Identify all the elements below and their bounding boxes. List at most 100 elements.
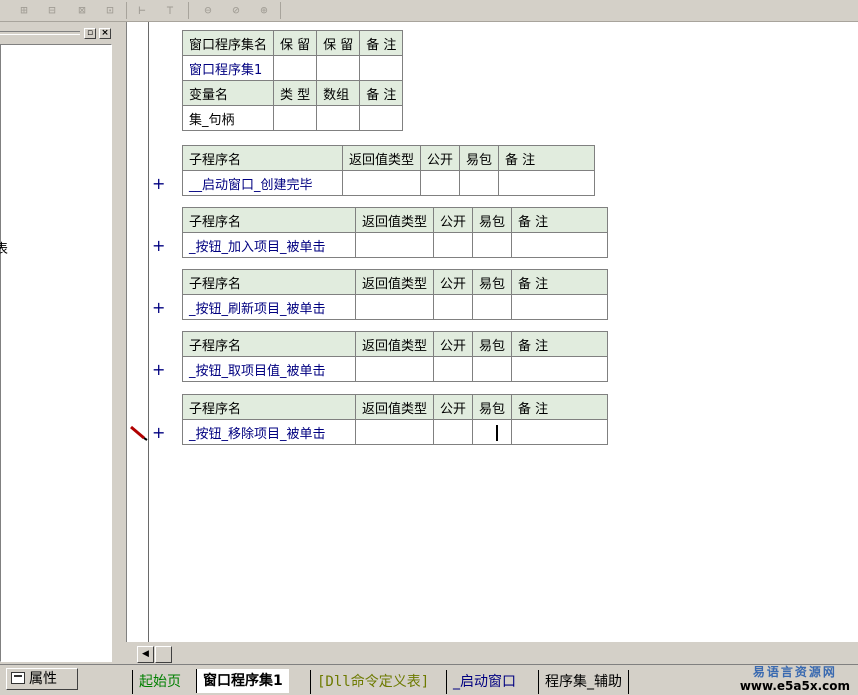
program-set-table: 窗口程序集名 保 留 保 留 备 注 窗口程序集1 变量名 类 型 数组 备 注… xyxy=(181,30,404,131)
tab-dll-commands[interactable]: [Dll命令定义表] xyxy=(310,670,435,694)
header-cell: 变量名 xyxy=(181,80,275,106)
expand-icon[interactable]: + xyxy=(152,174,165,193)
left-panel-content[interactable]: 表 xyxy=(0,44,112,662)
header-cell: 备 注 xyxy=(511,269,609,295)
header-cell: 子程序名 xyxy=(182,394,356,420)
header-cell: 窗口程序集名 xyxy=(181,30,275,56)
text-caret xyxy=(496,425,498,441)
expand-icon[interactable]: + xyxy=(152,423,165,442)
table-cell[interactable] xyxy=(273,55,318,81)
spacing-v-icon[interactable]: ⊤ xyxy=(160,2,180,19)
site-watermark: 易语言资源网 www.e5a5x.com xyxy=(739,665,850,693)
table-cell[interactable] xyxy=(359,105,404,131)
expand-icon[interactable]: + xyxy=(152,298,165,317)
subroutine-name-cell[interactable]: __启动窗口_创建完毕 xyxy=(182,170,343,196)
table-cell[interactable] xyxy=(354,419,435,445)
subroutine-name-cell[interactable]: _按钮_移除项目_被单击 xyxy=(182,419,356,445)
header-cell: 易包 xyxy=(459,145,500,171)
designer-toolbar: ⊞ ⊟ ⊠ ⊡ ⊢ ⊤ ⊖ ⊘ ⊕ xyxy=(0,0,858,22)
table-cell[interactable] xyxy=(511,294,609,320)
restore-icon[interactable]: ▫ xyxy=(84,28,96,39)
header-cell: 返回值类型 xyxy=(354,207,435,233)
expand-icon[interactable]: + xyxy=(152,236,165,255)
subroutine-name-cell[interactable]: _按钮_取项目值_被单击 xyxy=(182,356,356,382)
header-cell: 类 型 xyxy=(273,80,318,106)
header-cell: 公开 xyxy=(420,145,461,171)
header-cell: 保 留 xyxy=(273,30,318,56)
pencil-icon xyxy=(130,425,148,441)
panel-splitter[interactable] xyxy=(118,22,126,695)
table-cell[interactable] xyxy=(433,356,474,382)
table-cell[interactable] xyxy=(511,356,609,382)
table-cell[interactable] xyxy=(472,232,513,258)
bottom-tab-strip: 属性 起始页 窗口程序集1 [Dll命令定义表] _启动窗口 程序集_辅助 易语… xyxy=(0,664,858,695)
header-cell: 公开 xyxy=(433,394,474,420)
header-cell: 易包 xyxy=(472,207,513,233)
tab-startup-window[interactable]: _启动窗口 xyxy=(446,670,522,694)
table-cell[interactable] xyxy=(433,294,474,320)
header-cell: 返回值类型 xyxy=(354,394,435,420)
table-cell[interactable] xyxy=(316,105,361,131)
table-cell[interactable] xyxy=(354,294,435,320)
properties-label: 属性 xyxy=(29,671,57,687)
header-cell: 数组 xyxy=(316,80,361,106)
same-height-icon[interactable]: ⊘ xyxy=(226,2,246,19)
subroutine-table: 子程序名 返回值类型 公开 易包 备 注 _按钮_取项目值_被单击 xyxy=(182,331,609,382)
table-cell[interactable] xyxy=(511,232,609,258)
subroutine-table: 子程序名 返回值类型 公开 易包 备 注 _按钮_移除项目_被单击 xyxy=(182,394,609,445)
subroutine-table: 子程序名 返回值类型 公开 易包 备 注 _按钮_刷新项目_被单击 xyxy=(182,269,609,320)
same-size-icon[interactable]: ⊕ xyxy=(254,2,274,19)
table-cell[interactable] xyxy=(511,419,609,445)
header-cell: 易包 xyxy=(472,269,513,295)
header-cell: 子程序名 xyxy=(182,269,356,295)
table-cell[interactable] xyxy=(341,170,422,196)
properties-icon xyxy=(11,672,25,684)
header-cell: 备 注 xyxy=(511,394,609,420)
subroutine-name-cell[interactable]: _按钮_加入项目_被单击 xyxy=(182,232,356,258)
table-cell[interactable] xyxy=(459,170,500,196)
table-cell[interactable] xyxy=(433,419,474,445)
scroll-thumb[interactable] xyxy=(155,646,172,663)
header-cell: 公开 xyxy=(433,331,474,357)
tab-helper-set[interactable]: 程序集_辅助 xyxy=(538,670,629,694)
header-cell: 备 注 xyxy=(359,30,404,56)
align-top-icon[interactable]: ⊠ xyxy=(72,2,92,19)
subroutine-table: 子程序名 返回值类型 公开 易包 备 注 _按钮_加入项目_被单击 xyxy=(182,207,609,258)
table-cell[interactable] xyxy=(498,170,596,196)
align-center-icon[interactable]: ⊟ xyxy=(42,2,62,19)
subroutine-name-cell[interactable]: _按钮_刷新项目_被单击 xyxy=(182,294,356,320)
left-panel: ▫ × 表 xyxy=(0,22,118,662)
table-cell[interactable] xyxy=(359,55,404,81)
same-width-icon[interactable]: ⊖ xyxy=(198,2,218,19)
table-cell[interactable] xyxy=(354,232,435,258)
table-cell[interactable] xyxy=(354,356,435,382)
align-middle-icon[interactable]: ⊡ xyxy=(100,2,120,19)
properties-button[interactable]: 属性 xyxy=(6,668,78,690)
close-icon[interactable]: × xyxy=(99,28,111,39)
header-cell: 返回值类型 xyxy=(354,331,435,357)
tab-start-page[interactable]: 起始页 xyxy=(132,670,187,694)
table-cell[interactable] xyxy=(316,55,361,81)
table-cell[interactable] xyxy=(273,105,318,131)
header-cell: 备 注 xyxy=(498,145,596,171)
table-cell[interactable] xyxy=(472,294,513,320)
expand-icon[interactable]: + xyxy=(152,360,165,379)
variable-name-cell[interactable]: 集_句柄 xyxy=(181,105,275,131)
spacing-h-icon[interactable]: ⊢ xyxy=(132,2,152,19)
table-cell[interactable] xyxy=(472,356,513,382)
scroll-left-icon[interactable]: ◀ xyxy=(137,646,154,663)
header-cell: 公开 xyxy=(433,269,474,295)
header-cell: 易包 xyxy=(472,331,513,357)
align-left-icon[interactable]: ⊞ xyxy=(14,2,34,19)
program-set-name-cell[interactable]: 窗口程序集1 xyxy=(181,55,275,81)
table-cell[interactable] xyxy=(433,232,474,258)
header-cell: 子程序名 xyxy=(182,331,356,357)
tab-window-program-set[interactable]: 窗口程序集1 xyxy=(196,669,289,693)
subroutine-table: 子程序名 返回值类型 公开 易包 备 注 __启动窗口_创建完毕 xyxy=(182,145,596,196)
table-cell[interactable] xyxy=(420,170,461,196)
table-cell[interactable] xyxy=(472,419,513,445)
horizontal-scrollbar[interactable]: ◀ xyxy=(133,642,858,664)
left-panel-header: ▫ × xyxy=(0,26,118,40)
header-cell: 子程序名 xyxy=(182,207,356,233)
header-cell: 备 注 xyxy=(511,331,609,357)
